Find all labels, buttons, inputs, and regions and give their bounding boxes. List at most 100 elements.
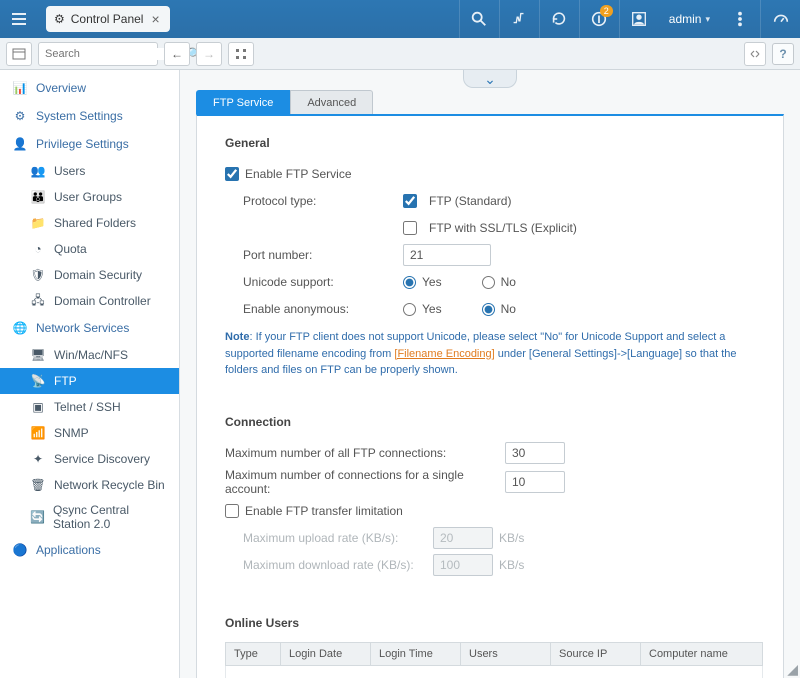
col-users[interactable]: Users [461, 642, 551, 665]
unicode-yes[interactable]: Yes [403, 275, 442, 289]
filename-encoding-link[interactable]: [Filename Encoding] [394, 348, 494, 360]
anonymous-label: Enable anonymous: [243, 302, 403, 316]
max-all-label: Maximum number of all FTP connections: [225, 446, 505, 460]
folder-icon: 📁 [30, 215, 46, 231]
user-menu[interactable]: admin [659, 12, 720, 26]
sidebar-item-system-settings[interactable]: ⚙System Settings [0, 102, 179, 130]
col-computer[interactable]: Computer name [641, 642, 763, 665]
sidebar-item-user-groups[interactable]: 👪User Groups [0, 184, 179, 210]
max-download-label: Maximum download rate (KB/s): [243, 558, 433, 572]
unit-kbs: KB/s [499, 531, 524, 545]
window-list-button[interactable] [6, 42, 32, 66]
sidebar-item-snmp[interactable]: 📶SNMP [0, 420, 179, 446]
table-row [226, 665, 763, 678]
sidebar-item-network-services[interactable]: 🌐Network Services [0, 314, 179, 342]
back-button[interactable]: ← [164, 42, 190, 66]
help-button[interactable]: ? [772, 43, 794, 65]
online-users-table: Type Login Date Login Time Users Source … [225, 642, 763, 678]
unicode-label: Unicode support: [243, 275, 403, 289]
sidebar-item-shared-folders[interactable]: 📁Shared Folders [0, 210, 179, 236]
sidebar-item-overview[interactable]: 📊Overview [0, 74, 179, 102]
close-icon[interactable]: × [149, 11, 161, 27]
sidebar-item-privilege-settings[interactable]: 👤Privilege Settings [0, 130, 179, 158]
dashboard-icon[interactable] [760, 0, 800, 38]
sidebar-item-applications[interactable]: 🔵Applications [0, 536, 179, 564]
unicode-note: Note: If your FTP client does not suppor… [225, 329, 763, 379]
collapse-button[interactable] [744, 42, 766, 66]
sidebar-item-ftp[interactable]: 📡FTP [0, 368, 179, 394]
sidebar-item-domain-controller[interactable]: 🖧Domain Controller [0, 288, 179, 314]
notifications-icon[interactable]: i2 [579, 0, 619, 38]
port-label: Port number: [243, 248, 403, 262]
tab-title: Control Panel [71, 12, 144, 26]
gear-icon: ⚙ [12, 108, 28, 124]
ftp-standard-checkbox[interactable] [403, 194, 417, 208]
toolbar: 🔍 ← → ? [0, 38, 800, 70]
max-upload-input [433, 527, 493, 549]
app-tab[interactable]: ⚙ Control Panel × [46, 6, 170, 32]
anon-no[interactable]: No [482, 302, 516, 316]
menu-button[interactable] [0, 0, 38, 38]
enable-limit-checkbox[interactable] [225, 504, 239, 518]
sync-icon: 🔄 [30, 509, 45, 525]
max-single-label: Maximum number of connections for a sing… [225, 468, 505, 496]
max-download-input [433, 554, 493, 576]
enable-ftp-label: Enable FTP Service [245, 167, 352, 181]
refresh-icon[interactable] [539, 0, 579, 38]
overview-icon: 📊 [12, 80, 28, 96]
user-icon[interactable] [619, 0, 659, 38]
sidebar-item-qsync[interactable]: 🔄Qsync Central Station 2.0 [0, 498, 179, 536]
resize-handle[interactable]: ◢ [784, 662, 798, 676]
sidebar-item-quota[interactable]: ◔Quota [0, 236, 179, 262]
section-connection: Connection [225, 415, 763, 429]
search-button[interactable] [459, 0, 499, 38]
enable-ftp-checkbox[interactable] [225, 167, 239, 181]
tasks-icon[interactable] [499, 0, 539, 38]
max-upload-label: Maximum upload rate (KB/s): [243, 531, 433, 545]
forward-button[interactable]: → [196, 42, 222, 66]
user-icon: 👤 [12, 136, 28, 152]
chart-icon: 📶 [30, 425, 46, 441]
ftp-ssl-checkbox[interactable] [403, 221, 417, 235]
unit-kbs: KB/s [499, 558, 524, 572]
protocol-type-label: Protocol type: [243, 194, 403, 208]
grid-view-button[interactable] [228, 42, 254, 66]
discovery-icon: ✦ [30, 451, 46, 467]
tab-ftp-service[interactable]: FTP Service [196, 90, 290, 114]
anon-yes[interactable]: Yes [403, 302, 442, 316]
sidebar-item-winmac[interactable]: 🖥Win/Mac/NFS [0, 342, 179, 368]
section-online-users: Online Users [225, 616, 763, 630]
more-icon[interactable] [720, 0, 760, 38]
apps-icon: 🔵 [12, 542, 28, 558]
enable-limit-label: Enable FTP transfer limitation [245, 504, 403, 518]
sidebar: 📊Overview ⚙System Settings 👤Privilege Se… [0, 70, 180, 678]
sidebar-item-telnet[interactable]: ▣Telnet / SSH [0, 394, 179, 420]
unicode-no[interactable]: No [482, 275, 516, 289]
ftp-icon: 📡 [30, 373, 46, 389]
gear-icon: ⚙ [54, 12, 65, 26]
search-box[interactable]: 🔍 [38, 42, 158, 66]
sidebar-item-domain-security[interactable]: 🛡Domain Security [0, 262, 179, 288]
shield-icon: 🛡 [30, 267, 46, 283]
max-all-input[interactable] [505, 442, 565, 464]
sidebar-item-recycle-bin[interactable]: 🗑Network Recycle Bin [0, 472, 179, 498]
users-icon: 👥 [30, 163, 46, 179]
max-single-input[interactable] [505, 471, 565, 493]
col-login-date[interactable]: Login Date [281, 642, 371, 665]
settings-panel: General Enable FTP Service Protocol type… [196, 114, 784, 678]
controller-icon: 🖧 [30, 293, 46, 309]
col-login-time[interactable]: Login Time [371, 642, 461, 665]
expand-handle[interactable] [463, 70, 517, 88]
trash-icon: 🗑 [30, 477, 46, 493]
sidebar-item-service-discovery[interactable]: ✦Service Discovery [0, 446, 179, 472]
top-bar: ⚙ Control Panel × i2 admin [0, 0, 800, 38]
monitor-icon: 🖥 [30, 347, 46, 363]
tab-advanced[interactable]: Advanced [290, 90, 373, 114]
notif-badge: 2 [600, 5, 613, 17]
sidebar-item-users[interactable]: 👥Users [0, 158, 179, 184]
section-general: General [225, 136, 763, 150]
col-source-ip[interactable]: Source IP [551, 642, 641, 665]
svg-text:i: i [598, 15, 600, 25]
col-type[interactable]: Type [226, 642, 281, 665]
port-input[interactable] [403, 244, 491, 266]
